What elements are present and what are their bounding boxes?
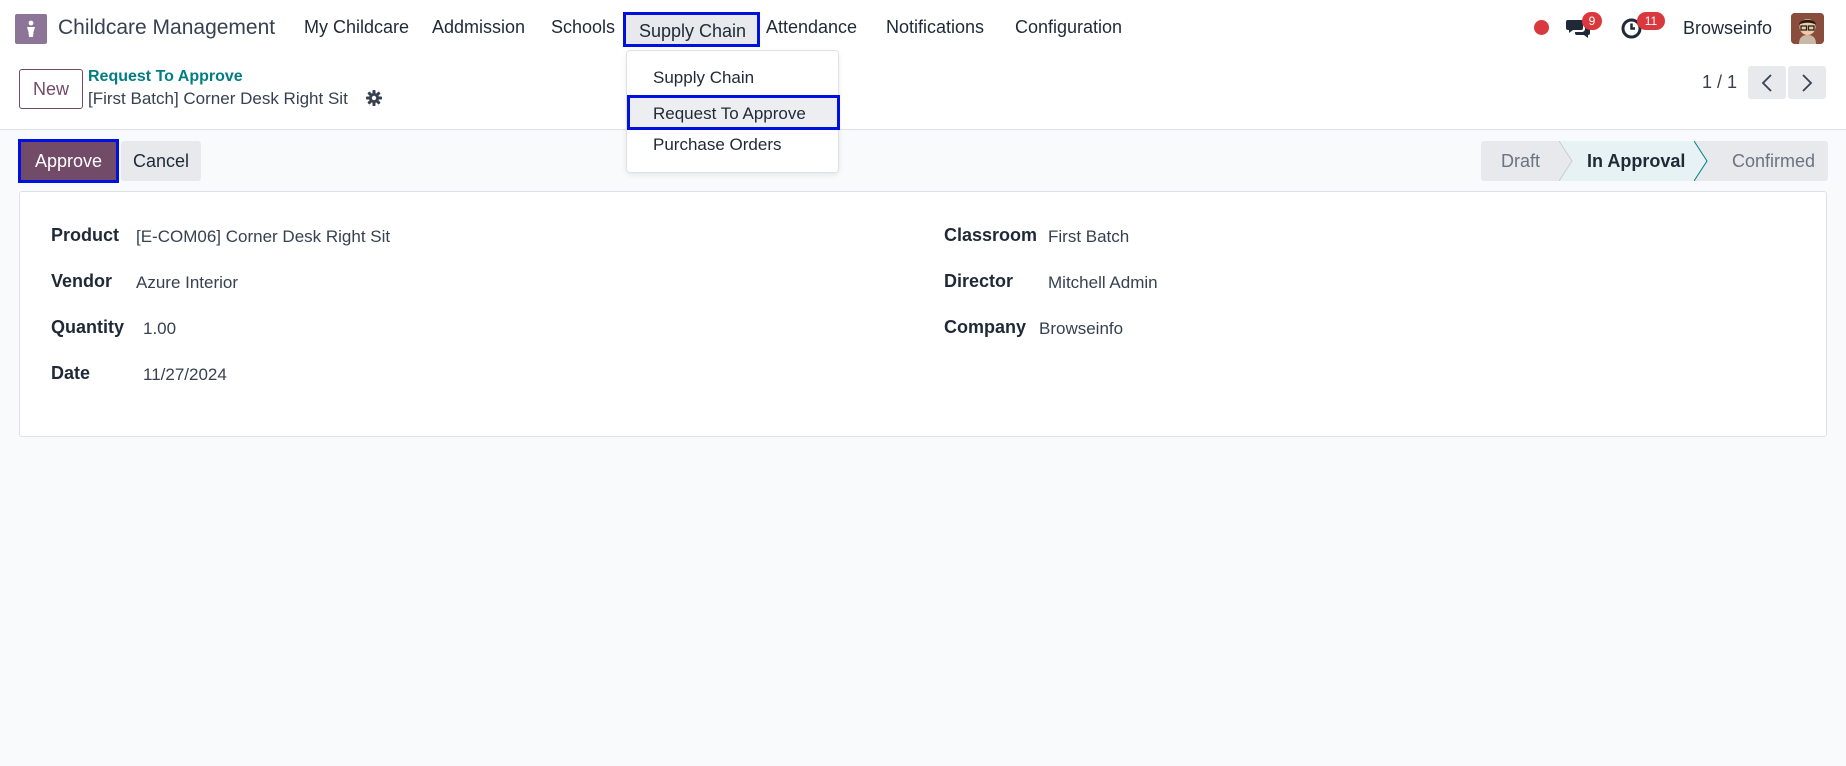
company-field[interactable]: Browseinfo bbox=[1039, 319, 1123, 339]
gear-icon[interactable] bbox=[366, 90, 382, 111]
menu-item-request-to-approve[interactable]: Request To Approve bbox=[627, 95, 840, 130]
pager-previous-button[interactable] bbox=[1748, 66, 1786, 99]
status-bar: Draft In Approval Confirmed bbox=[1481, 141, 1828, 181]
activities-badge: 11 bbox=[1637, 12, 1665, 30]
stage-in-approval[interactable]: In Approval bbox=[1559, 141, 1708, 181]
date-label: Date bbox=[51, 363, 91, 383]
stage-in-approval-label: In Approval bbox=[1587, 151, 1686, 171]
user-avatar[interactable] bbox=[1791, 13, 1824, 44]
company-label: Company bbox=[944, 317, 1027, 337]
form-sheet: Product [E-COM06] Corner Desk Right Sit … bbox=[19, 191, 1827, 437]
app-name: Childcare Management bbox=[58, 16, 276, 39]
stage-confirmed-label: Confirmed bbox=[1732, 151, 1816, 171]
classroom-label: Classroom bbox=[944, 225, 1038, 245]
chevron-left-icon bbox=[1761, 73, 1772, 92]
director-label: Director bbox=[944, 271, 1014, 291]
vendor-field[interactable]: Azure Interior bbox=[136, 273, 238, 293]
supply-chain-dropdown: Supply Chain Request To Approve Purchase… bbox=[626, 50, 840, 173]
quantity-field[interactable]: 1.00 bbox=[143, 319, 176, 339]
cancel-button[interactable]: Cancel bbox=[121, 141, 201, 181]
nav-attendance[interactable]: Attendance bbox=[766, 17, 857, 38]
nav-my-childcare[interactable]: My Childcare bbox=[304, 17, 409, 38]
nav-configuration[interactable]: Configuration bbox=[1015, 17, 1122, 38]
company-switcher[interactable]: Browseinfo bbox=[1683, 18, 1772, 39]
status-dot-icon[interactable] bbox=[1534, 20, 1549, 35]
menu-item-purchase-orders[interactable]: Purchase Orders bbox=[653, 135, 782, 155]
breadcrumb-current-record: [First Batch] Corner Desk Right Sit bbox=[88, 89, 348, 108]
nav-schools[interactable]: Schools bbox=[551, 17, 615, 38]
product-field[interactable]: [E-COM06] Corner Desk Right Sit bbox=[136, 227, 390, 247]
stage-draft-label: Draft bbox=[1501, 151, 1541, 171]
date-field[interactable]: 11/27/2024 bbox=[143, 365, 227, 385]
stage-separator-icon bbox=[1694, 141, 1708, 181]
classroom-field[interactable]: First Batch bbox=[1048, 227, 1129, 247]
product-label: Product bbox=[51, 225, 120, 245]
nav-notifications[interactable]: Notifications bbox=[886, 17, 984, 38]
stage-draft[interactable]: Draft bbox=[1481, 141, 1573, 181]
menu-item-supply-chain[interactable]: Supply Chain bbox=[653, 68, 754, 88]
app-menu-icon[interactable] bbox=[15, 14, 47, 44]
nav-addmission[interactable]: Addmission bbox=[432, 17, 525, 38]
nav-supply-chain[interactable]: Supply Chain bbox=[623, 12, 761, 47]
chevron-right-icon bbox=[1802, 73, 1813, 92]
childcare-app-icon bbox=[27, 20, 35, 37]
pager-value[interactable]: 1 / 1 bbox=[1702, 72, 1737, 93]
director-field[interactable]: Mitchell Admin bbox=[1048, 273, 1158, 293]
messages-badge: 9 bbox=[1582, 12, 1602, 30]
top-navbar: Childcare Management My Childcare Addmis… bbox=[0, 0, 1846, 57]
vendor-label: Vendor bbox=[51, 271, 113, 291]
stage-separator-icon bbox=[1559, 141, 1573, 181]
breadcrumb-request-to-approve[interactable]: Request To Approve bbox=[88, 68, 243, 86]
pager-next-button[interactable] bbox=[1788, 66, 1826, 99]
new-button[interactable]: New bbox=[19, 69, 83, 109]
quantity-label: Quantity bbox=[51, 317, 125, 337]
stage-confirmed[interactable]: Confirmed bbox=[1694, 141, 1828, 181]
control-panel: New Request To Approve [First Batch] Cor… bbox=[0, 57, 1846, 130]
approve-button[interactable]: Approve bbox=[18, 139, 119, 183]
